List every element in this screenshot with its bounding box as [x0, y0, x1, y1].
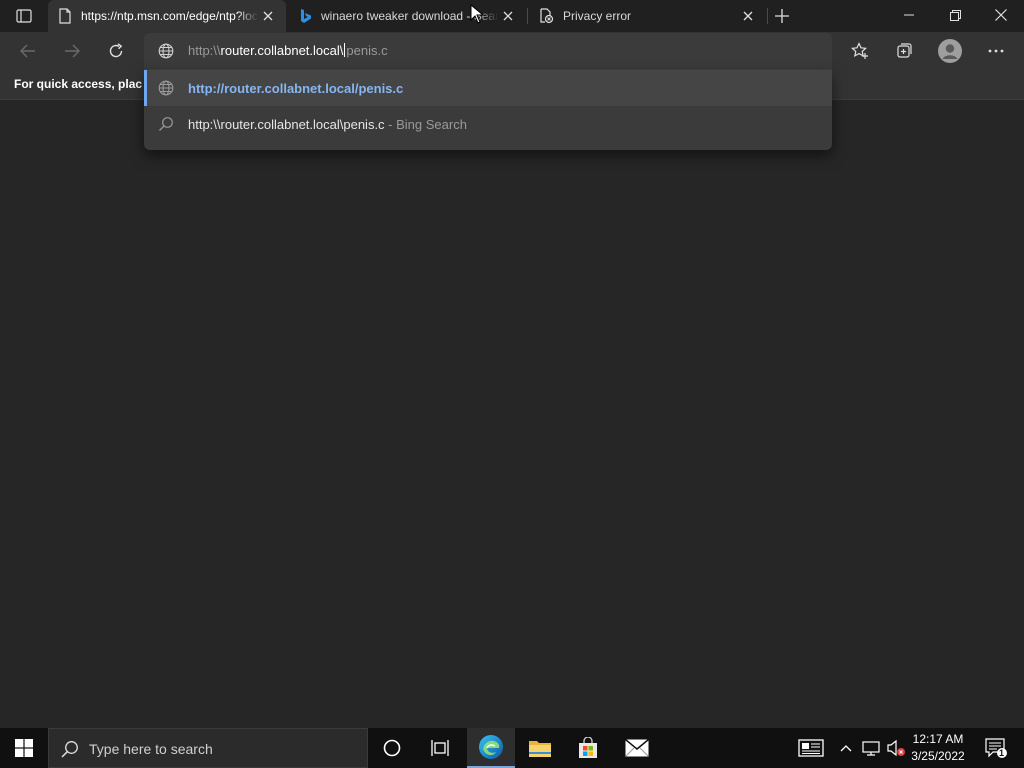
search-icon [158, 116, 174, 132]
page-icon [58, 8, 72, 24]
notifications-icon[interactable]: 1 [980, 728, 1012, 768]
suggestion-bing-search[interactable]: http:\\router.collabnet.local\penis.c - … [144, 106, 832, 142]
mouse-cursor-icon [470, 4, 484, 24]
close-window-icon[interactable] [978, 0, 1024, 30]
tab-bing-search[interactable]: winaero tweaker download - Search [288, 0, 526, 32]
globe-icon [158, 80, 174, 96]
privacy-error-icon [538, 8, 554, 24]
refresh-icon[interactable] [100, 36, 132, 66]
news-widget-icon[interactable] [796, 728, 826, 768]
notification-count: 1 [999, 748, 1005, 758]
favorites-bar-hint: For quick access, place your favorites h… [14, 77, 142, 91]
edge-taskbar-icon[interactable] [467, 728, 515, 768]
suggestion-text: http:\\router.collabnet.local\penis.c - … [188, 117, 467, 132]
tab-privacy-error[interactable]: Privacy error [528, 0, 766, 32]
globe-icon [158, 43, 174, 59]
search-icon [61, 740, 79, 758]
cortana-icon[interactable] [368, 728, 416, 768]
suggestion-query: http:\\router.collabnet.local\penis.c [188, 117, 385, 132]
address-path: penis.c [346, 43, 388, 58]
mail-icon[interactable] [613, 728, 661, 768]
search-placeholder: Type here to search [89, 741, 213, 757]
address-input[interactable]: http:\\router.collabnet.local\ penis.c [188, 43, 388, 58]
windows-start-icon[interactable] [0, 728, 48, 768]
file-explorer-icon[interactable] [516, 728, 564, 768]
back-icon[interactable] [12, 36, 44, 66]
taskbar-search-box[interactable]: Type here to search [48, 728, 368, 768]
suggestion-dropdown: http://router.collabnet.local/penis.c ht… [144, 69, 832, 150]
restore-icon[interactable] [932, 0, 978, 30]
taskbar-clock[interactable]: 12:17 AM 3/25/2022 [900, 731, 976, 765]
close-tab-icon[interactable] [738, 6, 758, 26]
new-tab-icon[interactable] [772, 6, 792, 26]
more-options-icon[interactable] [980, 36, 1012, 66]
tab-title: https://ntp.msn.com/edge/ntp?locale=en-U… [81, 9, 258, 23]
tab-strip: https://ntp.msn.com/edge/ntp?locale=en-U… [0, 0, 1024, 32]
close-tab-icon[interactable] [258, 6, 278, 26]
close-tab-icon[interactable] [498, 6, 518, 26]
show-hidden-icons-chevron-icon[interactable] [836, 728, 856, 768]
add-favorite-icon[interactable] [844, 36, 876, 66]
clock-time: 12:17 AM [912, 732, 964, 746]
task-view-icon[interactable] [416, 728, 464, 768]
suggestion-url[interactable]: http://router.collabnet.local/penis.c [144, 70, 832, 106]
profile-avatar[interactable] [934, 36, 966, 66]
address-host: router.collabnet.local\ [220, 43, 344, 58]
forward-icon[interactable] [56, 36, 88, 66]
tab-actions-icon[interactable] [14, 7, 34, 25]
suggestion-suffix: - Bing Search [384, 117, 467, 132]
tab-msn-ntp[interactable]: https://ntp.msn.com/edge/ntp?locale=en-U… [48, 0, 286, 32]
page-content [0, 100, 1024, 728]
tab-title: Privacy error [563, 9, 632, 23]
address-bar[interactable]: http:\\router.collabnet.local\ penis.c [144, 33, 832, 69]
collections-icon[interactable] [888, 36, 920, 66]
tab-separator [767, 8, 768, 24]
clock-date: 3/25/2022 [911, 749, 965, 763]
minimize-icon[interactable] [886, 0, 932, 30]
microsoft-store-icon[interactable] [564, 728, 612, 768]
network-icon[interactable] [860, 728, 882, 768]
taskbar: Type here to search 12:17 AM 3/25/2022 1 [0, 728, 1024, 768]
address-prefix: http:\\ [188, 43, 221, 58]
bing-icon [298, 8, 312, 24]
suggestion-text: http://router.collabnet.local/penis.c [188, 81, 404, 96]
